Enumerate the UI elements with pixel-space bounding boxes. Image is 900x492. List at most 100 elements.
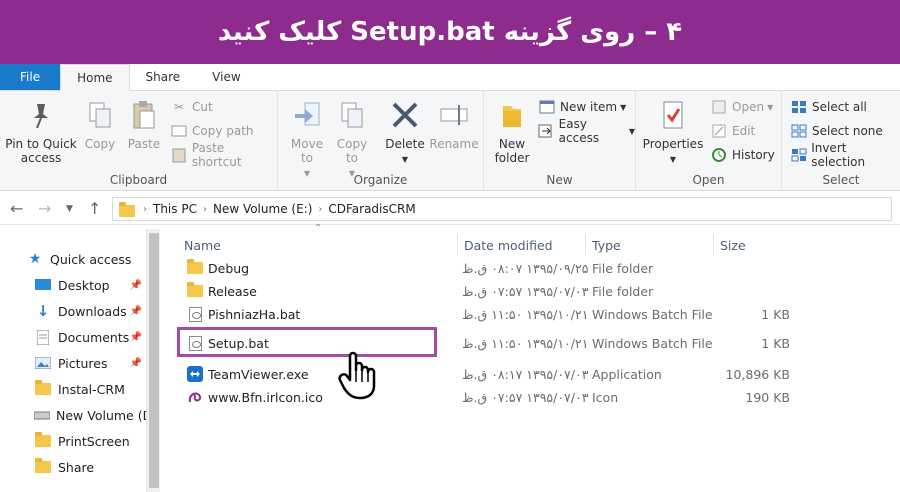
invert-selection-icon: [790, 147, 807, 163]
column-header-type[interactable]: Type: [586, 234, 714, 256]
nav-item-documents[interactable]: Documents 📌: [34, 324, 146, 350]
edit-button[interactable]: Edit: [710, 121, 755, 141]
pin-icon[interactable]: 📌: [130, 280, 142, 291]
address-path[interactable]: › This PC › New Volume (E:) › CDFaradisC…: [112, 197, 892, 221]
breadcrumb-volume[interactable]: New Volume (E:): [213, 202, 312, 216]
column-header-name[interactable]: Name: [178, 234, 458, 256]
file-date: ۱۳۹۵/۰۷/۰۳ ۰۷:۵۷ ق.ظ: [462, 283, 589, 299]
delete-label: Delete: [385, 137, 425, 151]
select-none-button[interactable]: Select none: [790, 121, 883, 141]
open-button[interactable]: Open ▼: [710, 97, 773, 117]
documents-icon: [34, 329, 52, 345]
folder-icon: [34, 380, 52, 397]
history-button[interactable]: History: [710, 145, 775, 165]
copy-path-button[interactable]: Copy path: [170, 121, 254, 141]
paste-shortcut-button[interactable]: Paste shortcut: [170, 141, 277, 169]
tab-home[interactable]: Home: [60, 64, 130, 91]
invert-selection-button[interactable]: Invert selection: [790, 141, 900, 169]
tab-file[interactable]: File: [0, 64, 61, 90]
folder-icon: [186, 259, 204, 276]
folder-icon: [34, 458, 52, 475]
file-date: ۱۳۹۵/۰۷/۰۳ ۰۷:۵۷ ق.ظ: [462, 389, 589, 405]
select-label: Select: [822, 173, 860, 187]
pin-label: Pin to Quick access: [5, 137, 77, 165]
navigation-pane: ★ Quick access Desktop 📌 ↓ Downloads 📌 D…: [0, 229, 162, 492]
nav-item-label: Documents: [58, 329, 130, 345]
breadcrumb-this-pc[interactable]: This PC: [153, 202, 197, 216]
cut-button[interactable]: ✂ Cut: [170, 97, 213, 117]
file-row-setup[interactable]: Setup.bat ۱۳۹۵/۱۰/۲۱ ۱۱:۵۰ ق.ظ Windows B…: [176, 332, 800, 354]
paste-label: Paste: [127, 137, 161, 151]
history-label: History: [732, 148, 775, 162]
forward-arrow-icon[interactable]: →: [38, 199, 51, 218]
pin-icon[interactable]: 📌: [130, 306, 142, 317]
file-row-debug[interactable]: Debug ۱۳۹۵/۰۹/۲۵ ۰۸:۰۷ ق.ظ File folder: [176, 257, 800, 279]
up-arrow-icon[interactable]: ↑: [88, 199, 101, 218]
new-item-label: New item: [560, 100, 618, 114]
chevron-right-icon: ›: [202, 203, 207, 215]
delete-button[interactable]: Delete ▼: [382, 97, 428, 167]
file-row-bfn-icon[interactable]: www.Bfn.irlcon.ico ۱۳۹۵/۰۷/۰۳ ۰۷:۵۷ ق.ظ …: [176, 386, 800, 408]
ribbon-tabs: File Home Share View: [0, 64, 900, 91]
star-icon: ★: [28, 251, 42, 267]
address-folder-icon: [119, 201, 135, 217]
nav-item-instal-crm[interactable]: Instal-CRM: [34, 376, 146, 402]
copy-button[interactable]: Copy: [80, 97, 120, 151]
move-to-button[interactable]: Move to ▼: [286, 97, 328, 181]
file-name: www.Bfn.irlcon.ico: [208, 389, 323, 405]
delete-chevron-icon: ▼: [401, 155, 409, 164]
select-all-label: Select all: [812, 100, 867, 114]
pin-icon[interactable]: 📌: [130, 332, 142, 343]
chevron-right-icon: ›: [318, 203, 323, 215]
copy-to-button[interactable]: Copy to ▼: [332, 97, 372, 181]
breadcrumb-folder[interactable]: CDFaradisCRM: [328, 202, 415, 216]
nav-item-downloads[interactable]: ↓ Downloads 📌: [34, 298, 146, 324]
nav-item-label: Pictures: [58, 355, 108, 371]
tab-view[interactable]: View: [196, 64, 256, 90]
paste-shortcut-icon: [170, 147, 188, 163]
nav-item-printscreen[interactable]: PrintScreen: [34, 428, 146, 454]
edit-icon: [710, 123, 728, 139]
nav-item-desktop[interactable]: Desktop 📌: [34, 272, 146, 298]
new-folder-button[interactable]: New folder: [490, 97, 534, 165]
new-label: New: [546, 173, 573, 187]
desktop-icon: [34, 277, 52, 293]
file-name: PishniazHa.bat: [208, 306, 301, 322]
paste-shortcut-label: Paste shortcut: [191, 141, 242, 169]
nav-quick-access[interactable]: ★ Quick access: [26, 246, 146, 272]
select-none-icon: [790, 123, 808, 139]
easy-access-button[interactable]: Easy access ▼: [538, 117, 635, 145]
nav-item-pictures[interactable]: Pictures 📌: [34, 350, 146, 376]
copy-to-icon: [341, 102, 363, 128]
back-arrow-icon[interactable]: ←: [10, 199, 23, 218]
rename-button[interactable]: Rename: [428, 97, 480, 151]
nav-item-label: New Volume (D: [56, 407, 146, 423]
open-group: Properties ▼ Open ▼ Edit History Open: [636, 91, 782, 191]
edit-label: Edit: [732, 124, 756, 138]
column-header-date[interactable]: Date modified: [458, 234, 586, 256]
file-row-release[interactable]: Release ۱۳۹۵/۰۷/۰۳ ۰۷:۵۷ ق.ظ File folder: [176, 280, 800, 302]
properties-chevron-icon: ▼: [669, 155, 677, 164]
select-all-button[interactable]: Select all: [790, 97, 867, 117]
new-item-button[interactable]: New item ▼: [538, 97, 626, 117]
pin-quick-access-button[interactable]: Pin to Quick access: [4, 97, 78, 165]
paste-button[interactable]: Paste: [124, 97, 164, 151]
column-header-size[interactable]: Size: [714, 234, 794, 256]
properties-button[interactable]: Properties ▼: [640, 97, 706, 167]
nav-scrollbar-thumb[interactable]: [149, 233, 159, 488]
batch-file-icon: [186, 335, 204, 351]
file-size: 10,896 KB: [725, 366, 790, 382]
ribbon: Pin to Quick access Copy Paste ✂ Cut Cop…: [0, 91, 900, 191]
organize-group: Move to ▼ Copy to ▼ Delete ▼ Rename Organiz…: [278, 91, 484, 191]
properties-label: Properties: [642, 137, 704, 151]
nav-item-new-volume-d[interactable]: New Volume (D: [34, 402, 146, 428]
file-row-teamviewer[interactable]: TeamViewer.exe ۱۳۹۵/۰۷/۰۳ ۰۸:۱۷ ق.ظ Appl…: [176, 363, 800, 385]
cut-label: Cut: [192, 100, 213, 114]
pin-icon[interactable]: 📌: [130, 358, 142, 369]
nav-item-share[interactable]: Share: [34, 454, 146, 480]
open-chevron-icon: ▼: [767, 102, 774, 112]
file-row-pishniazha[interactable]: PishniazHa.bat ۱۳۹۵/۱۰/۲۱ ۱۱:۵۰ ق.ظ Wind…: [176, 303, 800, 325]
recent-locations-chevron-icon[interactable]: ▼: [66, 204, 73, 214]
nav-scrollbar[interactable]: [146, 229, 160, 492]
tab-share[interactable]: Share: [130, 64, 197, 90]
